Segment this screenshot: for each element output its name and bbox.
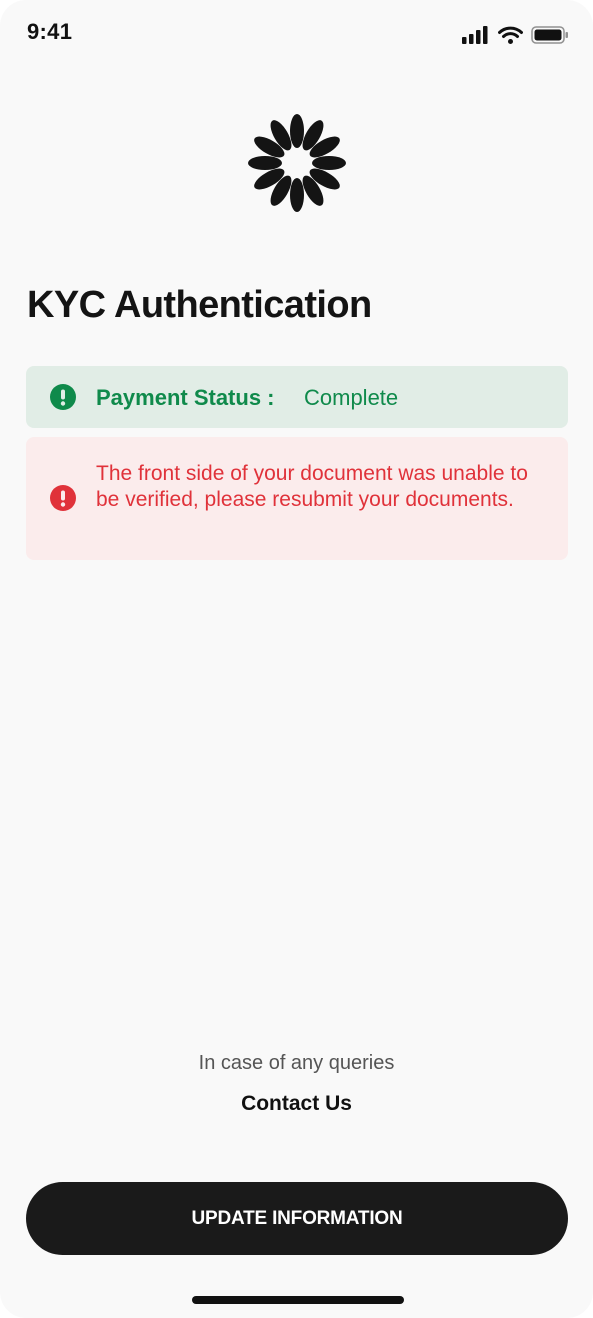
payment-status-card: Payment Status : Complete — [26, 366, 568, 428]
query-text: In case of any queries — [198, 1052, 395, 1074]
battery-icon — [531, 26, 568, 44]
payment-status-label: Payment Status : — [96, 385, 275, 410]
status-icons — [462, 24, 569, 46]
payment-status-value: Complete — [304, 385, 399, 410]
signal-icon — [462, 26, 488, 44]
exclamation-icon — [50, 485, 76, 511]
status-bar: 9:41 — [0, 0, 593, 64]
status-time: 9:41 — [27, 19, 73, 44]
error-message: The front side of your document was unab… — [96, 462, 528, 511]
exclamation-icon — [50, 384, 76, 410]
kyc-screen: 9:41 KYC Authentication Payment Status:… — [0, 0, 593, 1318]
page-title: KYC Authentication — [27, 284, 372, 326]
update-information-button[interactable]: UPDATE INFORMATION — [26, 1182, 568, 1255]
verification-error-alert: The front side of your document was unab… — [26, 437, 568, 560]
wifi-icon — [498, 26, 523, 44]
brand-logo-icon — [248, 114, 346, 212]
home-indicator — [192, 1296, 404, 1304]
contact-us-link[interactable]: Contact Us — [0, 1092, 593, 1116]
